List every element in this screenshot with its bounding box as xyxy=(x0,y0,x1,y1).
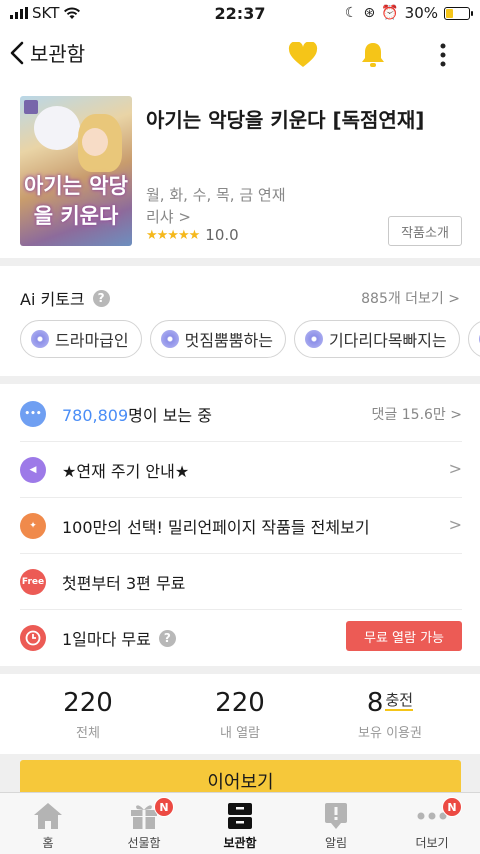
work-schedule: 월, 화, 수, 목, 금 연재 xyxy=(146,186,286,204)
keyword-chip-label: 기다리다목빠지는 xyxy=(328,331,447,350)
tab-notifications[interactable]: 알림 xyxy=(288,799,384,851)
keyword-chip[interactable]: 기다리다목빠지는 xyxy=(293,320,460,358)
battery-percent: 30% xyxy=(404,4,438,22)
cover-logo: 아기는 악당을 키운다 xyxy=(24,173,128,228)
tab-library[interactable]: 보관함 xyxy=(192,799,288,851)
rating: ★★★★★ 10.0 xyxy=(146,226,239,244)
tab-label: 알림 xyxy=(324,836,348,850)
keyword-chips: 드라마급인 멋짐뿜뿜하는 기다리다목빠지는 xyxy=(20,320,480,358)
tab-home[interactable]: 홈 xyxy=(0,799,96,851)
bell-icon xyxy=(362,43,384,67)
top-bar: 보관함 xyxy=(0,28,480,80)
chevron-right-icon: > xyxy=(448,515,462,534)
chat-icon: ••• xyxy=(20,400,46,427)
viewers-text: 780,809명이 보는 중 xyxy=(62,402,212,426)
chevron-right-icon: > xyxy=(448,459,462,478)
stat-value: 220 xyxy=(63,688,113,718)
tab-label: 선물함 xyxy=(127,836,161,850)
stats-panel: 220 전체 220 내 열람 8 충전 보유 이용권 xyxy=(0,674,480,754)
battery-icon xyxy=(444,6,473,20)
keyword-label: Ai 키토크 ? xyxy=(20,286,110,310)
keyword-chip-label: 멋짐뿜뿜하는 xyxy=(184,331,273,350)
notice-text: ★연재 주기 안내★ xyxy=(62,461,190,481)
tab-label: 보관함 xyxy=(223,836,257,850)
ai-keyword-section: Ai 키토크 ? 885개 더보기 > 드라마급인 멋짐뿜뿜하는 기다리다목빠지… xyxy=(0,266,480,376)
megaphone-icon: ◀ xyxy=(20,456,46,483)
work-intro-button[interactable]: 작품소개 xyxy=(388,216,462,246)
page-title: 보관함 xyxy=(30,42,86,66)
new-badge: N xyxy=(154,797,174,817)
stat-label: 보유 이용권 xyxy=(358,726,422,741)
viewers-row[interactable]: ••• 780,809명이 보는 중 댓글 15.6만 > xyxy=(20,386,462,442)
cover-character-face xyxy=(82,128,108,156)
help-icon[interactable]: ? xyxy=(92,289,110,307)
charge-button[interactable]: 충전 xyxy=(385,691,414,711)
keyword-chip-partial[interactable] xyxy=(467,320,480,358)
more-vertical-icon xyxy=(440,43,446,67)
status-bar: SKT 22:37 ☾ ⊛ ⏰ 30% xyxy=(0,0,480,28)
notice-row[interactable]: ◀ ★연재 주기 안내★ > xyxy=(20,442,462,498)
clock-icon xyxy=(20,625,46,651)
viewers-suffix: 명이 보는 중 xyxy=(128,405,212,425)
disc-icon xyxy=(31,330,49,348)
free-first-text: 첫편부터 3편 무료 xyxy=(62,573,186,593)
notification-icon xyxy=(325,803,347,829)
moon-icon: ☾ xyxy=(344,5,358,21)
cover-image[interactable]: 아기는 악당을 키운다 xyxy=(20,96,132,246)
disc-icon xyxy=(160,330,179,348)
keyword-chip[interactable]: 드라마급인 xyxy=(20,320,142,358)
tab-label: 더보기 xyxy=(415,836,449,850)
notification-button[interactable] xyxy=(356,38,390,72)
favorite-button[interactable] xyxy=(286,38,320,72)
stat-total: 220 전체 xyxy=(18,688,158,741)
viewers-count: 780,809 xyxy=(62,405,129,425)
home-icon xyxy=(34,803,62,829)
library-icon xyxy=(228,803,252,829)
keyword-more-link[interactable]: 885개 더보기 > xyxy=(361,288,460,308)
party-popper-icon: ✦ xyxy=(20,512,46,539)
free-first-row: Free 첫편부터 3편 무료 xyxy=(20,554,462,610)
stat-value: 220 xyxy=(215,688,265,718)
alarm-icon: ⏰ xyxy=(381,5,399,21)
info-list: ••• 780,809명이 보는 중 댓글 15.6만 > ◀ ★연재 주기 안… xyxy=(0,384,480,666)
keyword-title: Ai 키토크 xyxy=(20,290,85,309)
keyword-chip-label: 드라마급인 xyxy=(55,331,129,350)
event-text: 100만의 선택! 밀리언페이지 작품들 전체보기 xyxy=(62,517,370,537)
new-badge: N xyxy=(442,797,462,817)
help-icon[interactable]: ? xyxy=(158,629,176,647)
tab-more[interactable]: N 더보기 xyxy=(384,797,480,851)
author-link[interactable]: 리샤 > xyxy=(146,206,191,227)
stat-my-read: 220 내 열람 xyxy=(170,688,310,741)
cover-character-left xyxy=(34,106,80,150)
free-read-button[interactable]: 무료 열람 가능 xyxy=(346,621,462,651)
status-right: ☾ ⊛ ⏰ 30% xyxy=(344,4,473,22)
bottom-tab-bar: 홈 N 선물함 보관함 알림 N 더보기 xyxy=(0,792,480,854)
daily-free-text: 1일마다 무료 xyxy=(62,630,151,649)
stat-label: 전체 xyxy=(76,726,100,741)
daily-free-row: 1일마다 무료 ? 무료 열람 가능 xyxy=(20,610,462,666)
more-menu-button[interactable] xyxy=(426,38,460,72)
cover-badge xyxy=(24,100,38,114)
work-title: 아기는 악당을 키운다 [독점연재] xyxy=(146,108,425,132)
free-icon: Free xyxy=(20,568,46,595)
tab-label: 홈 xyxy=(42,836,54,850)
star-rating-icon: ★★★★★ xyxy=(146,227,200,243)
back-chevron-icon xyxy=(10,41,24,64)
rating-value: 10.0 xyxy=(205,226,239,244)
keyword-chip[interactable]: 멋짐뿜뿜하는 xyxy=(149,320,286,358)
stat-value: 8 xyxy=(366,688,384,718)
back-button[interactable]: 보관함 xyxy=(10,38,85,67)
disc-icon xyxy=(304,330,323,348)
stat-tickets: 8 충전 보유 이용권 xyxy=(320,688,460,741)
tab-gifts[interactable]: N 선물함 xyxy=(96,797,192,851)
heart-icon xyxy=(288,42,318,67)
stat-label: 내 열람 xyxy=(219,726,260,741)
stat-value-row: 8 충전 xyxy=(320,688,460,718)
comments-link[interactable]: 댓글 15.6만 > xyxy=(372,404,462,424)
more-dots-icon xyxy=(417,812,447,820)
work-info: 아기는 악당을 키운다 아기는 악당을 키운다 [독점연재] 월, 화, 수, … xyxy=(0,80,480,258)
rotation-lock-icon: ⊛ xyxy=(363,5,376,21)
event-row[interactable]: ✦ 100만의 선택! 밀리언페이지 작품들 전체보기 > xyxy=(20,498,462,554)
